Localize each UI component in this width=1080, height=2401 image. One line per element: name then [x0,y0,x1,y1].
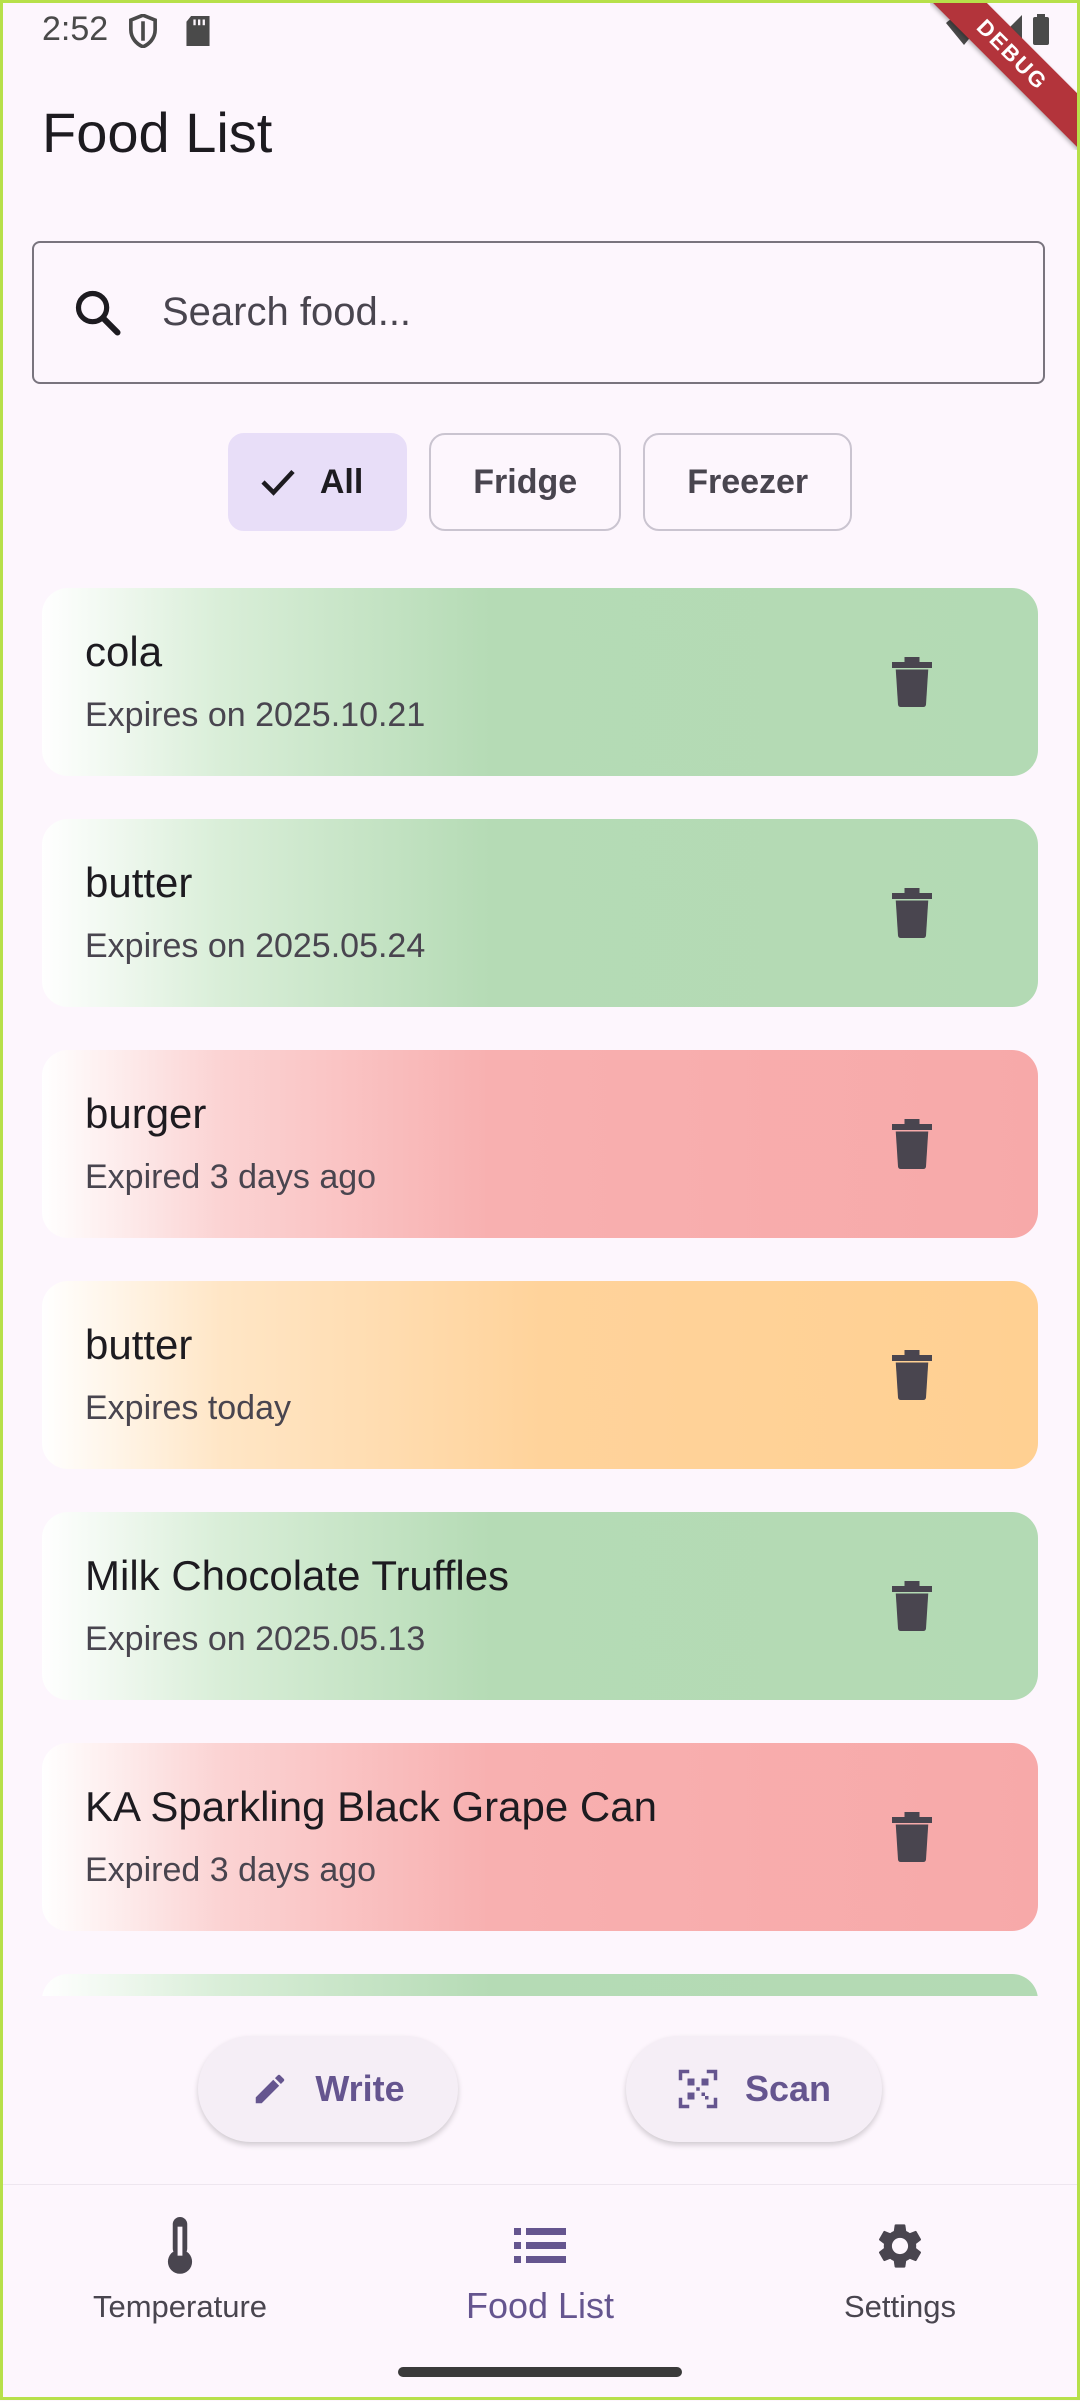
food-list: cola Expires on 2025.10.21 butter Expire… [42,588,1038,1996]
filter-chip-all[interactable]: All [227,433,408,531]
delete-button[interactable] [882,652,942,712]
trash-icon [892,657,932,707]
nav-label: Settings [843,2289,956,2324]
trash-icon [892,1812,932,1862]
delete-button[interactable] [882,883,942,943]
food-name: butter [85,1321,193,1368]
status-bar: 2:52 [0,0,1080,60]
food-list-item[interactable] [42,1974,1038,1996]
status-time: 2:52 [42,10,109,48]
filter-chip-fridge[interactable]: Fridge [429,433,622,531]
trash-icon [892,1581,932,1631]
thermometer-icon [0,2211,360,2281]
search-input[interactable] [160,289,984,336]
food-expiry: Expired 3 days ago [85,1851,377,1889]
qr-scan-icon [677,2068,719,2110]
food-expiry: Expired 3 days ago [85,1158,377,1196]
food-expiry: Expires on 2025.10.21 [85,696,426,734]
search-icon [70,285,126,341]
sd-card-icon [186,16,210,51]
food-list-item[interactable]: butter Expires today [42,1281,1038,1469]
nav-label: Temperature [92,2289,268,2324]
write-button[interactable]: Write [198,2036,458,2142]
food-list-item[interactable]: burger Expired 3 days ago [42,1050,1038,1238]
page-title: Food List [42,101,273,164]
food-name: butter [85,859,193,906]
pencil-icon [251,2070,289,2108]
trash-icon [892,888,932,938]
trash-icon [892,1350,932,1400]
scan-button[interactable]: Scan [626,2036,882,2142]
debug-banner: DEBUG [930,0,1080,150]
trash-icon [892,1119,932,1169]
food-name: Milk Chocolate Truffles [85,1552,510,1599]
filter-chips: All Fridge Freezer [0,433,1080,531]
delete-button[interactable] [882,1576,942,1636]
filter-chip-label: All [319,462,364,501]
list-icon [360,2211,720,2281]
gear-icon [720,2211,1080,2281]
debug-label: DEBUG [930,0,1080,150]
delete-button[interactable] [882,1345,942,1405]
food-name: cola [85,628,163,675]
nav-label: Food List [465,2285,615,2326]
filter-chip-freezer[interactable]: Freezer [643,433,853,531]
food-list-item[interactable]: KA Sparkling Black Grape Can Expired 3 d… [42,1743,1038,1931]
delete-button[interactable] [882,1114,942,1174]
filter-chip-label: Freezer [687,462,809,501]
nav-item-temperature[interactable]: Temperature [0,2211,360,2325]
food-expiry: Expires on 2025.05.24 [85,927,426,965]
write-label: Write [315,2068,405,2109]
food-list-item[interactable]: butter Expires on 2025.05.24 [42,819,1038,1007]
food-list-item[interactable]: Milk Chocolate Truffles Expires on 2025.… [42,1512,1038,1700]
food-expiry: Expires today [85,1389,291,1427]
search-field[interactable] [32,241,1045,384]
nav-item-settings[interactable]: Settings [720,2211,1080,2325]
food-name: burger [85,1090,207,1137]
scan-label: Scan [744,2068,832,2109]
nav-item-food-list[interactable]: Food List [360,2211,720,2327]
filter-chip-label: Fridge [473,462,578,501]
check-icon [260,467,296,497]
home-indicator[interactable] [398,2367,682,2377]
food-name: KA Sparkling Black Grape Can [85,1783,657,1830]
delete-button[interactable] [882,1807,942,1867]
food-expiry: Expires on 2025.05.13 [85,1620,426,1658]
food-list-item[interactable]: cola Expires on 2025.10.21 [42,588,1038,776]
shield-icon [128,13,158,53]
